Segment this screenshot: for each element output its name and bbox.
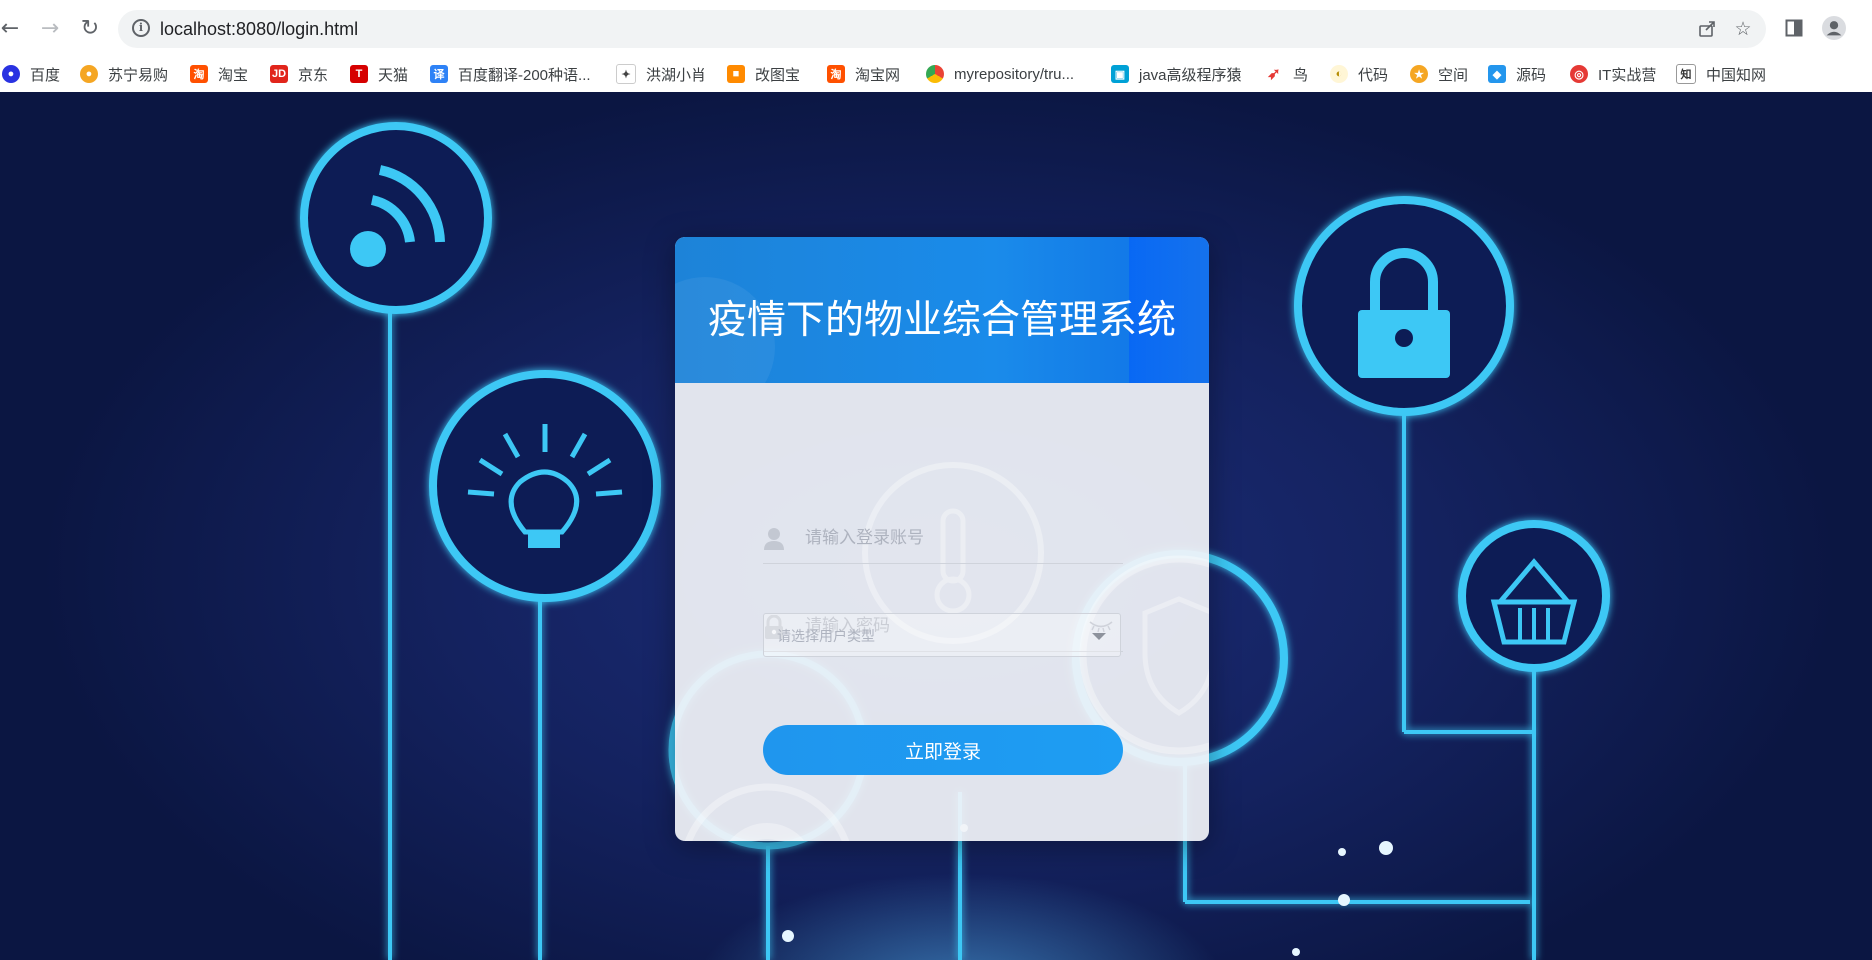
- bookmark-item[interactable]: ◎ IT实战营: [1570, 62, 1656, 86]
- bookmark-label: 中国知网: [1706, 66, 1767, 84]
- bookmark-label: 百度: [30, 66, 61, 84]
- bookmark-item[interactable]: 淘淘宝网: [827, 62, 900, 86]
- bookmark-label: 百度翻译-200种语...: [458, 66, 591, 84]
- bookmark-item[interactable]: ★ 空间: [1410, 62, 1468, 86]
- bookmark-item[interactable]: myrepository/tru...: [926, 62, 1074, 86]
- bookmark-item[interactable]: ■ 改图宝: [727, 62, 800, 86]
- basket-node-icon: [1458, 520, 1610, 960]
- forward-icon[interactable]: →: [36, 14, 64, 42]
- docker-icon: ◆: [1488, 65, 1506, 83]
- lightbulb-node-icon: [429, 370, 661, 960]
- bookmark-star-icon[interactable]: ☆: [1732, 18, 1754, 40]
- login-card: 疫情下的物业综合管理系统 请选: [675, 237, 1209, 841]
- bookmark-item[interactable]: ◆ 源码: [1488, 62, 1546, 86]
- browser-toolbar: ← → ↻ i localhost:8080/login.html ☆: [0, 0, 1872, 56]
- tmall-icon: T: [350, 65, 368, 83]
- share-icon[interactable]: [1696, 18, 1718, 40]
- translate-icon: 译: [430, 65, 448, 83]
- user-type-select[interactable]: 请选择用户类型: [763, 613, 1121, 657]
- jd-icon: JD: [270, 65, 288, 83]
- bookmark-item[interactable]: 译百度翻译-200种语...: [430, 62, 591, 86]
- account-field: [763, 511, 1123, 564]
- bookmark-label: 淘宝: [218, 66, 249, 84]
- baidu-paw-icon: ●: [2, 65, 20, 83]
- login-page-background: 疫情下的物业综合管理系统 请选: [0, 92, 1872, 960]
- taobao-icon: 淘: [190, 65, 208, 83]
- red-bird-icon: ➶: [1265, 65, 1283, 83]
- bookmarks-bar: ● 百度 ● 苏宁易购 淘淘宝 JD 京东 T 天猫 译百度翻译-200种语... ✦ 洪…: [0, 56, 1872, 93]
- bookmark-item[interactable]: ● 苏宁易购: [80, 62, 168, 86]
- chevron-down-icon: [1092, 633, 1106, 640]
- bookmark-label: IT实战营: [1598, 66, 1657, 84]
- back-icon[interactable]: ←: [0, 14, 24, 42]
- url-text[interactable]: localhost:8080/login.html: [160, 19, 358, 40]
- it-camp-icon: ◎: [1570, 65, 1588, 83]
- bookmark-item[interactable]: ✦ 洪湖小肖: [616, 62, 706, 86]
- bookmark-label: 代码: [1358, 66, 1389, 84]
- account-input[interactable]: [803, 521, 1107, 555]
- side-panel-icon[interactable]: [1782, 16, 1806, 40]
- bookmark-item[interactable]: JD 京东: [270, 62, 328, 86]
- bookmark-label: 改图宝: [755, 66, 801, 84]
- bookmark-label: 源码: [1516, 66, 1547, 84]
- site-info-icon[interactable]: i: [132, 19, 150, 37]
- suning-lion-icon: ●: [80, 65, 98, 83]
- taobao-icon: 淘: [827, 65, 845, 83]
- bookmark-item[interactable]: ➶ 鸟: [1265, 62, 1308, 86]
- bookmark-label: 鸟: [1293, 66, 1309, 84]
- bookmark-item[interactable]: 知中国知网: [1676, 62, 1766, 86]
- address-bar[interactable]: i localhost:8080/login.html ☆: [118, 10, 1766, 48]
- bookmark-label: java高级程序猿: [1139, 66, 1242, 84]
- bookmark-item[interactable]: ▣ java高级程序猿: [1111, 62, 1242, 86]
- light-dots: [782, 824, 1393, 956]
- user-type-placeholder: 请选择用户类型: [777, 629, 875, 645]
- bookmark-label: 天猫: [378, 66, 409, 84]
- bookmark-label: 京东: [298, 66, 329, 84]
- system-title: 疫情下的物业综合管理系统: [707, 298, 1176, 343]
- login-header: 疫情下的物业综合管理系统: [675, 237, 1209, 383]
- bookmark-item[interactable]: 淘淘宝: [190, 62, 248, 86]
- bookmark-label: 空间: [1438, 66, 1469, 84]
- bookmark-item[interactable]: ◐ 代码: [1330, 62, 1388, 86]
- login-button[interactable]: 立即登录: [763, 725, 1123, 775]
- gaitubao-icon: ■: [727, 65, 745, 83]
- code-icon: ◐: [1330, 65, 1348, 83]
- bookmark-item[interactable]: ● 百度: [2, 62, 60, 86]
- qzone-icon: ★: [1410, 65, 1428, 83]
- reload-icon[interactable]: ↻: [76, 14, 104, 42]
- bookmark-label: 淘宝网: [855, 66, 901, 84]
- bookmark-item[interactable]: T 天猫: [350, 62, 408, 86]
- chrome-icon: [926, 65, 944, 83]
- cnki-icon: 知: [1676, 64, 1696, 84]
- bookmark-label: myrepository/tru...: [954, 65, 1075, 83]
- profile-avatar-icon[interactable]: [1822, 16, 1846, 40]
- user-icon: [764, 528, 784, 550]
- bookmark-label: 洪湖小肖: [646, 66, 707, 84]
- bilibili-icon: ▣: [1111, 65, 1129, 83]
- bird-icon: ✦: [616, 64, 636, 84]
- bookmark-label: 苏宁易购: [108, 66, 169, 84]
